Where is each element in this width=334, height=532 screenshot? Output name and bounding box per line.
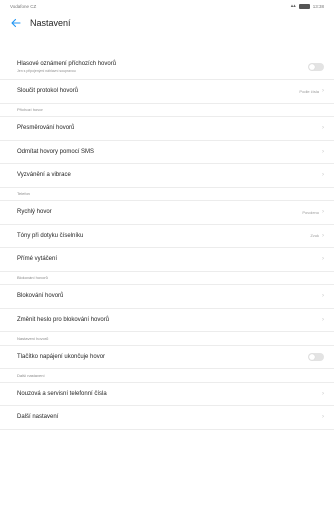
section-header-label: Další nastavení <box>17 372 45 378</box>
setting-odmitat-hovory-pomoci-sms[interactable]: Odmítat hovory pomocí SMS › <box>0 141 334 164</box>
setting-texts: Změnit heslo pro blokování hovorů <box>17 317 109 323</box>
setting-control: Podle čísla › <box>299 88 324 94</box>
setting-texts: Tóny při dotyku číselníku <box>17 233 83 239</box>
chevron-right-icon: › <box>322 209 324 216</box>
app-header: Nastavení <box>0 12 334 34</box>
setting-texts: Blokování hovorů <box>17 293 63 299</box>
setting-texts: Přesměrování hovorů <box>17 125 74 131</box>
setting-rychly-hovor[interactable]: Rychlý hovor Povoleno › <box>0 201 334 225</box>
section-header-telefon: Telefon <box>0 188 334 201</box>
setting-label: Přesměrování hovorů <box>17 125 75 132</box>
setting-label: Další nastavení <box>17 414 59 421</box>
page-title: Nastavení <box>30 18 71 28</box>
setting-tony-pri-dotyku-ciselniku[interactable]: Tóny při dotyku číselníku Zvuk › <box>0 225 334 248</box>
setting-control: › <box>322 414 324 420</box>
setting-control: › <box>322 149 324 155</box>
setting-label: Přímé vytáčení <box>17 256 58 263</box>
setting-blokovani-hovoru[interactable]: Blokování hovorů › <box>0 285 334 309</box>
setting-presmerovani-hovoru[interactable]: Přesměrování hovorů › <box>0 117 334 141</box>
toggle-switch[interactable] <box>308 352 324 361</box>
chevron-right-icon: › <box>322 88 324 95</box>
section-header-label: Příchozí hovor <box>17 107 43 113</box>
setting-control: › <box>322 317 324 323</box>
setting-label: Tlačítko napájení ukončuje hovor <box>17 353 106 360</box>
setting-texts: Odmítat hovory pomocí SMS <box>17 149 94 155</box>
setting-label: Tóny při dotyku číselníku <box>17 232 84 239</box>
setting-prime-vytaceni[interactable]: Přímé vytáčení › <box>0 248 334 272</box>
setting-control: › <box>322 172 324 178</box>
setting-hlasove-oznameni-prichozich-hovoru[interactable]: Hlasové oznámení příchozích hovorů Jen s … <box>0 55 334 80</box>
setting-tlacitko-napajeni-ukoncuje-hovor[interactable]: Tlačítko napájení ukončuje hovor <box>0 346 334 369</box>
setting-control: Povoleno › <box>302 209 324 215</box>
setting-control: › <box>322 256 324 262</box>
setting-value: Podle čísla <box>299 88 319 94</box>
setting-label: Sloučit protokol hovorů <box>17 88 79 95</box>
battery-icon <box>298 3 310 9</box>
chevron-right-icon: › <box>322 414 324 421</box>
setting-control: › <box>322 125 324 131</box>
back-arrow-icon[interactable] <box>10 17 22 29</box>
section-header-nastaveni-hovoru: Nastavení hovorů <box>0 332 334 346</box>
section-header-prichozi-hovor: Příchozí hovor <box>0 104 334 117</box>
setting-texts: Tlačítko napájení ukončuje hovor <box>17 354 105 360</box>
setting-texts: Sloučit protokol hovorů <box>17 88 78 94</box>
setting-label: Změnit heslo pro blokování hovorů <box>17 316 110 323</box>
setting-label: Hlasové oznámení příchozích hovorů <box>17 61 117 68</box>
setting-dalsi-nastaveni[interactable]: Další nastavení › <box>0 406 334 430</box>
setting-texts: Nouzová a servisní telefonní čísla <box>17 391 107 397</box>
setting-texts: Přímé vytáčení <box>17 256 57 262</box>
status-icons: ▴▴ 13:38 <box>291 3 324 9</box>
setting-label: Blokování hovorů <box>17 293 64 300</box>
chevron-right-icon: › <box>322 232 324 239</box>
section-header-label: Telefon <box>17 191 30 197</box>
setting-texts: Rychlý hovor <box>17 209 52 215</box>
setting-label: Odmítat hovory pomocí SMS <box>17 148 95 155</box>
setting-control <box>308 352 324 361</box>
toggle-switch[interactable] <box>308 63 324 71</box>
chevron-right-icon: › <box>322 125 324 132</box>
chevron-right-icon: › <box>322 390 324 397</box>
setting-label: Vyzvánění a vibrace <box>17 172 71 179</box>
setting-nouzova-a-servisni-telefonni-cisla[interactable]: Nouzová a servisní telefonní čísla › <box>0 383 334 406</box>
chevron-right-icon: › <box>322 256 324 263</box>
chevron-right-icon: › <box>322 148 324 155</box>
carrier-name: Vodafone CZ <box>10 3 37 9</box>
chevron-right-icon: › <box>322 172 324 179</box>
section-header-dalsi-nastaveni: Další nastavení <box>0 369 334 383</box>
section-header-label: Blokování hovorů <box>17 275 48 281</box>
setting-value: Povoleno <box>302 209 319 215</box>
status-bar: Vodafone CZ ▴▴ 13:38 <box>0 0 334 12</box>
setting-texts: Další nastavení <box>17 414 58 420</box>
setting-texts: Hlasové oznámení příchozích hovorů Jen s … <box>17 61 116 73</box>
chevron-right-icon: › <box>322 293 324 300</box>
setting-sloucit-protokol-hovoru[interactable]: Sloučit protokol hovorů Podle čísla › <box>0 80 334 104</box>
setting-texts: Vyzvánění a vibrace <box>17 172 71 178</box>
setting-label: Nouzová a servisní telefonní čísla <box>17 390 107 397</box>
setting-value: Zvuk <box>310 233 319 239</box>
section-header-blokovani-hovoru: Blokování hovorů <box>0 272 334 285</box>
signal-icon: ▴▴ <box>290 3 296 9</box>
status-time: 13:38 <box>312 3 324 9</box>
settings-list: Hlasové oznámení příchozích hovorů Jen s … <box>0 55 334 430</box>
setting-vyzvaneni-a-vibrace[interactable]: Vyzvánění a vibrace › <box>0 164 334 188</box>
section-header-label: Nastavení hovorů <box>17 335 49 341</box>
setting-zmenit-heslo-pro-blokovani-hovoru[interactable]: Změnit heslo pro blokování hovorů › <box>0 309 334 332</box>
chevron-right-icon: › <box>322 316 324 323</box>
setting-label: Rychlý hovor <box>17 209 52 216</box>
setting-control: › <box>322 293 324 299</box>
setting-control: › <box>322 391 324 397</box>
setting-sublabel: Jen s připojenými náhlavní soupravou <box>17 68 76 73</box>
setting-control <box>308 63 324 71</box>
setting-control: Zvuk › <box>310 233 324 239</box>
